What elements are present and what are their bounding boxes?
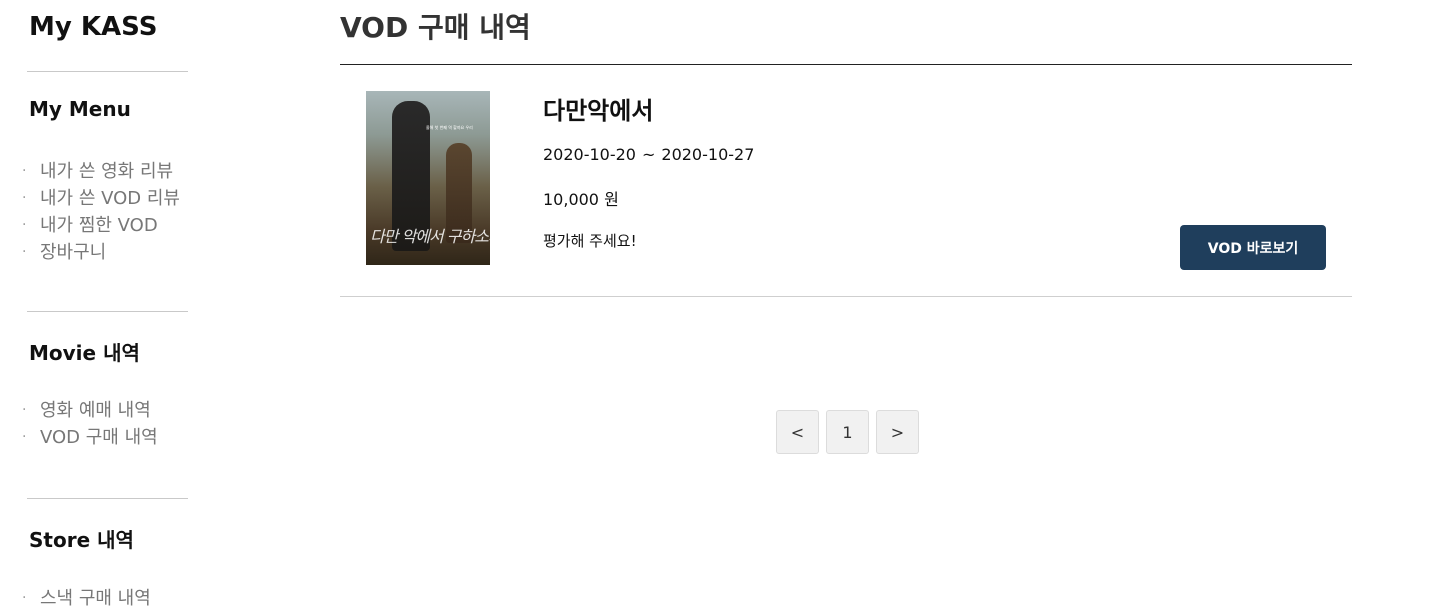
menu-item-vod-reviews[interactable]: 내가 쓴 VOD 리뷰 (22, 185, 180, 212)
sidebar-brand[interactable]: My KASS (29, 12, 157, 42)
price: 10,000 원 (543, 190, 619, 209)
prev-page-button[interactable]: < (776, 410, 819, 454)
menu-item-movie-reviews[interactable]: 내가 쓴 영화 리뷰 (22, 158, 180, 185)
sidebar: My KASS My Menu 내가 쓴 영화 리뷰 내가 쓴 VOD 리뷰 내… (0, 0, 200, 612)
section-title-store: Store 내역 (29, 528, 134, 552)
purchase-item: 올해 첫 번째 역 할까요 우리 다만 악에서 구하소서 다만악에서 2020-… (340, 65, 1352, 297)
page-title: VOD 구매 내역 (340, 11, 531, 44)
menu-item-wishlist-vod[interactable]: 내가 찜한 VOD (22, 212, 180, 239)
period-separator: ~ (641, 145, 656, 164)
movie-title: 다만악에서 (543, 97, 654, 125)
watch-vod-button[interactable]: VOD 바로보기 (1180, 225, 1326, 270)
menu-item-cart[interactable]: 장바구니 (22, 239, 180, 266)
page-number-button[interactable]: 1 (826, 410, 869, 454)
start-date: 2020-10-20 (543, 145, 636, 164)
section-title-movie: Movie 내역 (29, 341, 140, 365)
poster-title-text: 다만 악에서 구하소서 (370, 227, 490, 246)
sidebar-divider (27, 71, 188, 72)
section-title-my-menu: My Menu (29, 97, 131, 121)
sidebar-divider (27, 498, 188, 499)
end-date: 2020-10-27 (661, 145, 755, 164)
pagination: < 1 > (776, 410, 919, 454)
poster-tagline: 올해 첫 번째 역 할까요 우리 (426, 125, 473, 130)
movie-poster[interactable]: 올해 첫 번째 역 할까요 우리 다만 악에서 구하소서 (366, 91, 490, 265)
rate-link[interactable]: 평가해 주세요! (543, 230, 637, 251)
my-menu-list: 내가 쓴 영화 리뷰 내가 쓴 VOD 리뷰 내가 찜한 VOD 장바구니 (22, 158, 180, 266)
menu-item-movie-bookings[interactable]: 영화 예매 내역 (22, 397, 158, 424)
movie-menu-list: 영화 예매 내역 VOD 구매 내역 (22, 397, 158, 451)
main-content: VOD 구매 내역 올해 첫 번째 역 할까요 우리 다만 악에서 구하소서 다… (340, 0, 1352, 608)
sidebar-divider (27, 311, 188, 312)
next-page-button[interactable]: > (876, 410, 919, 454)
rental-period: 2020-10-20 ~2020-10-27 (543, 145, 754, 164)
menu-item-vod-purchases[interactable]: VOD 구매 내역 (22, 424, 158, 451)
